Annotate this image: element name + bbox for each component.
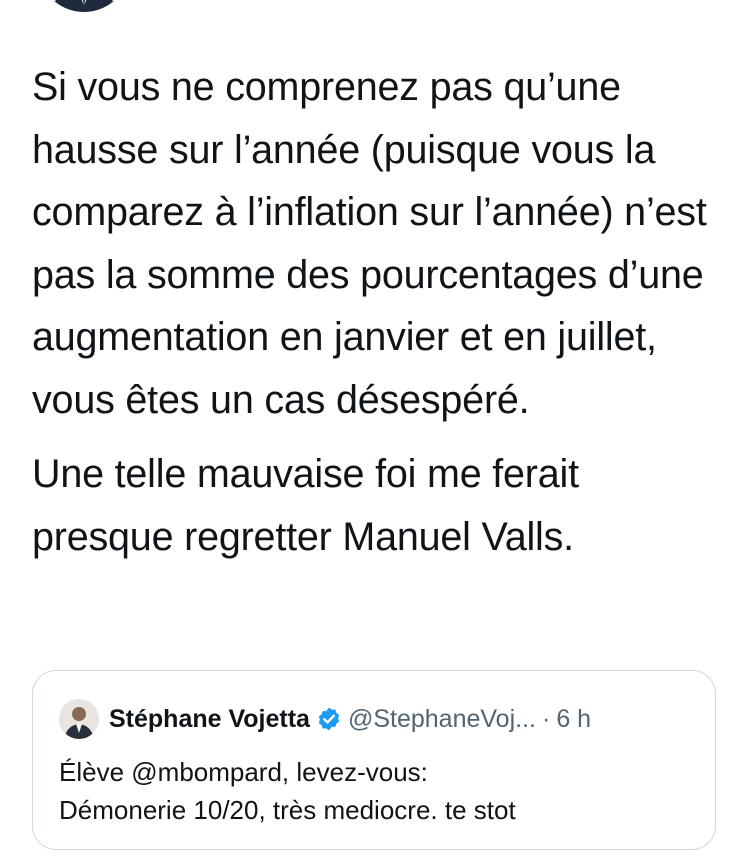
separator-dot: · [541,704,551,733]
tweet-paragraph-1: Si vous ne comprenez pas qu’une hausse s… [32,65,707,422]
author-avatar-image [38,0,130,12]
quoted-author-name[interactable]: Stéphane Vojetta [109,705,310,734]
quoted-text-line-1: Élève @mbompard, levez-vous: [59,757,428,787]
verified-badge-icon [316,706,342,732]
quoted-tweet-header: Stéphane Vojetta @StephaneVoj... · 6 h [59,699,695,739]
quoted-author-handle[interactable]: @StephaneVoj... [348,705,536,734]
author-avatar[interactable] [38,0,130,12]
quoted-author-avatar [59,699,99,739]
quoted-tweet-time[interactable]: 6 h [556,705,591,734]
tweet-paragraph-2: Une telle mauvaise foi me ferait presque… [32,452,579,559]
quoted-tweet-card[interactable]: Stéphane Vojetta @StephaneVoj... · 6 h É… [32,670,716,850]
tweet-text: Si vous ne comprenez pas qu’une hausse s… [32,56,712,568]
quoted-tweet-text: Élève @mbompard, levez-vous: Démonerie 1… [59,753,699,829]
